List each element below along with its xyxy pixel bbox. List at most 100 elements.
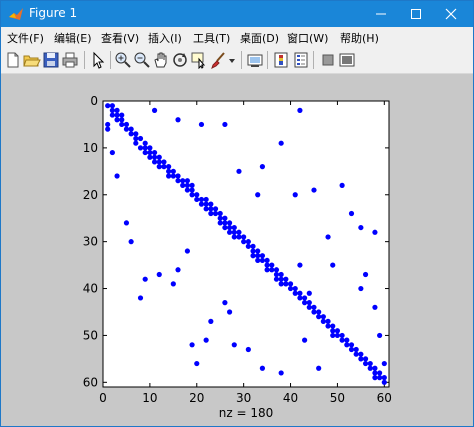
pan-button[interactable]	[152, 51, 170, 69]
menu-insert[interactable]: 插入(I)	[148, 30, 182, 46]
data-point	[137, 295, 144, 301]
data-point	[217, 220, 223, 226]
data-point	[302, 295, 308, 301]
data-point	[222, 215, 228, 221]
data-point	[381, 360, 387, 367]
x-tick-label: 20	[189, 391, 204, 405]
data-point	[151, 154, 158, 160]
data-point	[175, 173, 181, 179]
toolbar-separator	[267, 51, 268, 69]
menu-file[interactable]: 文件(F)	[7, 30, 44, 46]
data-point	[297, 262, 303, 268]
data-point	[348, 342, 355, 348]
insert-legend-button[interactable]	[292, 51, 310, 69]
data-point	[226, 229, 233, 235]
data-point	[311, 187, 317, 193]
toolbar-separator	[110, 51, 111, 69]
data-point	[316, 309, 322, 315]
zoom-out-icon	[134, 52, 150, 68]
data-point	[105, 126, 111, 132]
minimize-icon	[376, 13, 386, 15]
menu-tools[interactable]: 工具(T)	[193, 30, 230, 46]
data-point	[198, 121, 205, 128]
data-point	[170, 281, 176, 287]
data-point	[278, 271, 284, 278]
data-point	[161, 159, 167, 165]
open-file-button[interactable]	[23, 51, 41, 69]
data-point	[372, 370, 378, 376]
data-point	[311, 304, 317, 310]
data-point	[344, 337, 350, 343]
data-point	[128, 126, 134, 132]
data-point	[184, 178, 190, 184]
data-point	[339, 182, 345, 188]
matlab-icon	[8, 6, 24, 22]
save-figure-button[interactable]	[42, 51, 60, 69]
data-point	[325, 318, 331, 324]
data-point	[180, 178, 186, 184]
data-point	[166, 168, 172, 174]
data-point	[184, 248, 190, 254]
insert-colorbar-button[interactable]	[272, 51, 290, 69]
data-point	[287, 281, 294, 287]
brush-dropdown[interactable]	[227, 51, 237, 69]
data-point	[377, 332, 383, 339]
data-point	[151, 107, 158, 113]
menu-edit[interactable]: 编辑(E)	[54, 30, 92, 46]
data-point	[344, 342, 350, 348]
data-point	[184, 187, 190, 193]
data-point	[231, 234, 237, 240]
data-point	[222, 224, 228, 231]
data-point	[311, 309, 317, 315]
data-point	[362, 271, 369, 278]
close-button[interactable]	[428, 1, 474, 27]
data-point	[189, 182, 195, 188]
data-point	[203, 337, 209, 343]
menu-view[interactable]: 查看(V)	[101, 30, 139, 46]
data-point	[278, 281, 284, 287]
rotate-3d-button[interactable]	[171, 51, 189, 69]
link-plot-button[interactable]	[246, 51, 264, 69]
menu-bar: 文件(F) 编辑(E) 查看(V) 插入(I) 工具(T) 桌面(D) 窗口(W…	[1, 27, 473, 47]
data-point	[189, 342, 195, 348]
data-point	[302, 337, 308, 343]
menu-desktop[interactable]: 桌面(D)	[240, 30, 279, 46]
y-tick-label: 60	[83, 375, 98, 389]
data-point	[302, 300, 308, 306]
zoom-in-button[interactable]	[114, 51, 132, 69]
save-figure-icon	[43, 52, 59, 68]
zoom-out-button[interactable]	[133, 51, 151, 69]
title-bar[interactable]: Figure 1	[1, 1, 473, 27]
data-point	[245, 243, 251, 249]
y-tick-label: 20	[83, 188, 98, 202]
menu-window[interactable]: 窗口(W)	[287, 30, 328, 46]
data-point	[259, 253, 266, 259]
data-point	[156, 154, 162, 160]
print-button[interactable]	[61, 51, 79, 69]
data-point	[269, 262, 275, 268]
data-point	[123, 220, 130, 226]
data-point	[137, 135, 144, 142]
edit-plot-button[interactable]	[89, 51, 107, 69]
data-point	[194, 196, 200, 203]
brush-button[interactable]	[209, 51, 227, 69]
y-tick-label: 0	[90, 94, 98, 108]
spy-plot[interactable]: 0 10 20 30 40 50 600102030405060 nz = 180	[1, 74, 473, 426]
data-point	[259, 164, 266, 170]
data-point	[194, 192, 200, 198]
new-figure-button[interactable]	[4, 51, 22, 69]
x-tick-label: 40	[283, 391, 298, 405]
data-cursor-button[interactable]	[190, 51, 208, 69]
data-point	[320, 314, 326, 320]
data-point	[128, 239, 134, 245]
data-point	[330, 262, 336, 268]
hide-plot-tools-button[interactable]	[319, 51, 337, 69]
data-point	[330, 328, 336, 334]
data-point	[133, 135, 139, 142]
data-point	[306, 300, 312, 306]
data-point	[250, 243, 256, 249]
show-plot-tools-button[interactable]	[338, 51, 356, 69]
menu-help[interactable]: 帮助(H)	[340, 30, 379, 46]
data-point	[114, 117, 120, 123]
x-tick-label: 60	[377, 391, 392, 405]
